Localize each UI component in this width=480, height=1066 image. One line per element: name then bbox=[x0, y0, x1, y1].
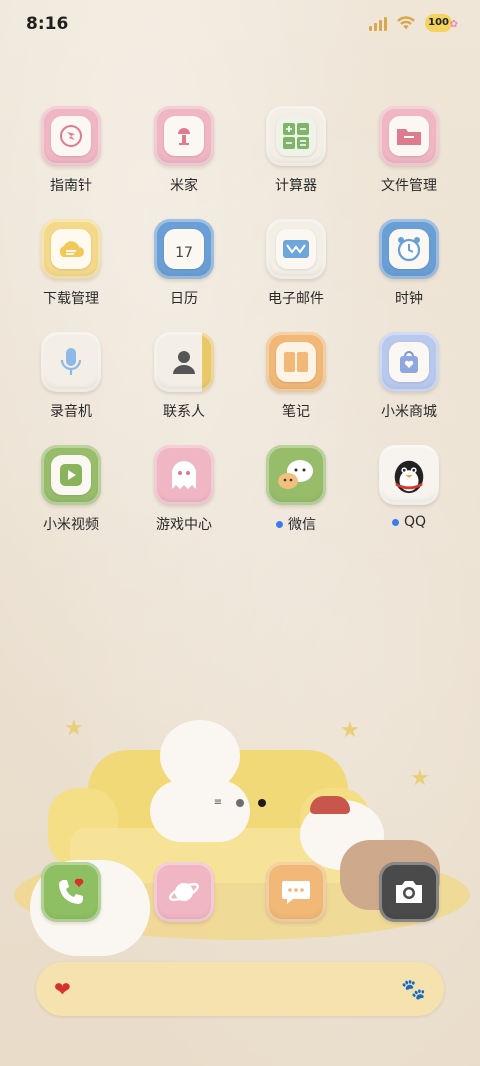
app-mijia[interactable]: 米家 bbox=[129, 106, 239, 206]
app-label: 下载管理 bbox=[43, 291, 99, 307]
app-label: 游戏中心 bbox=[156, 517, 212, 533]
app-label: 文件管理 bbox=[381, 178, 437, 194]
notes-icon bbox=[276, 342, 316, 382]
tile-bg bbox=[266, 106, 326, 166]
star-decoration: ★ bbox=[410, 766, 430, 791]
dock-phone[interactable] bbox=[16, 862, 126, 932]
video-play-icon bbox=[51, 455, 91, 495]
dock-messages[interactable] bbox=[241, 862, 351, 932]
app-calculator[interactable]: 计算器 bbox=[241, 106, 351, 206]
app-label: 米家 bbox=[170, 178, 198, 194]
app-label: 小米视频 bbox=[43, 517, 99, 533]
cat-plush-body bbox=[150, 780, 250, 842]
calendar-date: 17 bbox=[175, 245, 193, 261]
message-bubble-icon bbox=[266, 862, 326, 922]
heart-icon[interactable]: ❤ bbox=[54, 977, 71, 1001]
app-email[interactable]: 电子邮件 bbox=[241, 219, 351, 319]
contacts-icon bbox=[164, 342, 204, 382]
app-compass[interactable]: 指南针 bbox=[16, 106, 126, 206]
page-dot[interactable] bbox=[236, 798, 245, 807]
star-decoration: ★ bbox=[64, 716, 84, 741]
app-label: 录音机 bbox=[50, 404, 92, 420]
app-calendar[interactable]: 17 日历 bbox=[129, 219, 239, 319]
qq-penguin-icon bbox=[389, 455, 429, 495]
signal-icon bbox=[369, 15, 388, 31]
email-icon bbox=[276, 229, 316, 269]
tile-bg bbox=[379, 332, 439, 392]
app-label: 日历 bbox=[170, 291, 198, 307]
app-label: 时钟 bbox=[395, 291, 423, 307]
browser-planet-icon bbox=[154, 862, 214, 922]
app-label: 指南针 bbox=[50, 178, 92, 194]
search-bar[interactable]: ❤ 🐾 bbox=[36, 962, 444, 1016]
tile-bg bbox=[379, 445, 439, 505]
app-game-center[interactable]: 游戏中心 bbox=[129, 445, 239, 545]
calendar-icon: 17 bbox=[164, 229, 204, 269]
app-label: 联系人 bbox=[163, 404, 205, 420]
app-file-manager[interactable]: 文件管理 bbox=[354, 106, 464, 206]
compass-icon bbox=[51, 116, 91, 156]
tile-bg bbox=[266, 332, 326, 392]
status-time: 8:16 bbox=[26, 14, 69, 34]
page-dot-active[interactable] bbox=[258, 798, 267, 807]
app-label: 笔记 bbox=[282, 404, 310, 420]
app-contacts[interactable]: 联系人 bbox=[129, 332, 239, 432]
wifi-icon bbox=[397, 16, 416, 30]
tile-bg bbox=[154, 106, 214, 166]
app-recorder[interactable]: 录音机 bbox=[16, 332, 126, 432]
battery-icon: 100 ✿ bbox=[425, 14, 458, 32]
phone-icon bbox=[41, 862, 101, 922]
tile-bg bbox=[154, 332, 214, 392]
dock-browser[interactable] bbox=[129, 862, 239, 932]
notification-dot bbox=[276, 520, 283, 528]
notification-dot bbox=[391, 518, 399, 526]
dock bbox=[0, 862, 480, 932]
app-label: 计算器 bbox=[275, 178, 317, 194]
flower-decoration-icon: ✿ bbox=[449, 19, 458, 30]
microphone-icon bbox=[51, 342, 91, 382]
tile-bg bbox=[379, 106, 439, 166]
app-label: 电子邮件 bbox=[268, 291, 324, 307]
page-indicator[interactable]: ≡ bbox=[0, 797, 480, 808]
app-mi-video[interactable]: 小米视频 bbox=[16, 445, 126, 545]
star-decoration: ★ bbox=[340, 718, 360, 743]
camera-icon bbox=[379, 862, 439, 922]
tile-bg bbox=[41, 445, 101, 505]
app-label: 微信 bbox=[276, 514, 316, 534]
download-cloud-icon bbox=[51, 229, 91, 269]
shop-bag-icon bbox=[389, 342, 429, 382]
app-notes[interactable]: 笔记 bbox=[241, 332, 351, 432]
calculator-icon bbox=[276, 116, 316, 156]
tile-bg bbox=[154, 445, 214, 505]
app-downloads[interactable]: 下载管理 bbox=[16, 219, 126, 319]
folder-icon bbox=[389, 116, 429, 156]
app-label-text: 微信 bbox=[288, 517, 316, 533]
tile-bg bbox=[41, 219, 101, 279]
app-label: 小米商城 bbox=[381, 404, 437, 420]
battery-level: 100 bbox=[428, 17, 449, 28]
tile-bg: 17 bbox=[154, 219, 214, 279]
app-wechat[interactable]: 微信 bbox=[241, 445, 351, 545]
tile-bg bbox=[266, 219, 326, 279]
paw-icon[interactable]: 🐾 bbox=[401, 977, 426, 1001]
game-ghost-icon bbox=[164, 455, 204, 495]
status-bar: 8:16 100 ✿ bbox=[0, 0, 480, 50]
app-label: QQ bbox=[391, 514, 427, 530]
mijia-icon bbox=[164, 116, 204, 156]
clock-icon bbox=[389, 229, 429, 269]
status-icons: 100 ✿ bbox=[369, 14, 458, 32]
dock-camera[interactable] bbox=[354, 862, 464, 932]
wechat-icon bbox=[276, 455, 316, 495]
tile-bg bbox=[379, 219, 439, 279]
tile-bg bbox=[41, 106, 101, 166]
app-label-text: QQ bbox=[403, 514, 427, 530]
app-qq[interactable]: QQ bbox=[354, 445, 464, 545]
app-clock[interactable]: 时钟 bbox=[354, 219, 464, 319]
tile-bg bbox=[41, 332, 101, 392]
page-list-icon: ≡ bbox=[213, 797, 223, 808]
app-mi-store[interactable]: 小米商城 bbox=[354, 332, 464, 432]
tile-bg bbox=[266, 445, 326, 505]
